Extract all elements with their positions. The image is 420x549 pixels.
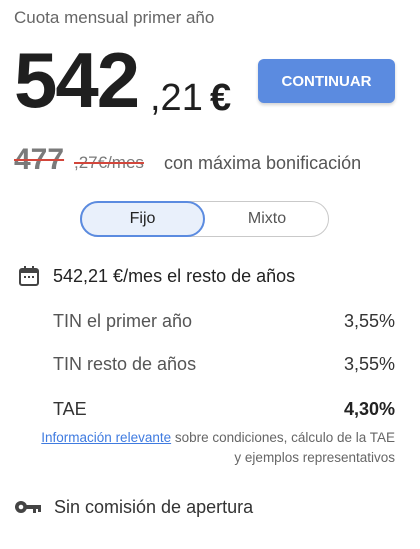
no-fee-text: Sin comisión de apertura [54,497,254,517]
price-decimal: ,21 [150,77,203,119]
price-currency: € [210,77,232,119]
rate-label: TIN el primer año [53,311,193,331]
toggle-mixto[interactable]: Mixto [205,202,329,236]
rate-value: 3,55% [343,311,395,331]
rate-label: TAE [53,399,87,419]
rate-row-tae: TAE 4,30% [53,397,395,421]
monthly-fee-label: Cuota mensual primer año [14,8,215,27]
price-integer: 542 [14,36,140,124]
key-icon [15,501,41,513]
old-price-integer: 477 [14,143,65,176]
rest-years-row: 542,21 €/mes el resto de años [18,264,408,290]
rate-value: 4,30% [343,399,395,419]
bonus-note: con máxima bonificación [164,153,362,173]
toggle-fijo[interactable]: Fijo [80,201,205,237]
continue-button[interactable]: CONTINUAR [258,59,395,103]
bonus-price-row: 477 ,27€/mes con máxima bonificación [14,143,414,177]
info-text: Información relevante sobre condiciones,… [40,428,395,468]
no-fee-row: Sin comisión de apertura [14,495,404,521]
rate-value: 3,55% [343,354,395,374]
rate-row-tin-rest: TIN resto de años 3,55% [53,352,395,376]
old-price-decimal: ,27€/mes [74,153,144,172]
rate-row-tin-first: TIN el primer año 3,55% [53,309,395,333]
rate-label: TIN resto de años [53,354,197,374]
rate-type-toggle: Fijo Mixto [80,201,329,237]
info-description: sobre condiciones, cálculo de la TAE y e… [171,430,395,465]
calendar-icon [19,266,39,286]
info-link[interactable]: Información relevante [41,430,171,445]
rest-years-text: 542,21 €/mes el resto de años [53,266,296,286]
